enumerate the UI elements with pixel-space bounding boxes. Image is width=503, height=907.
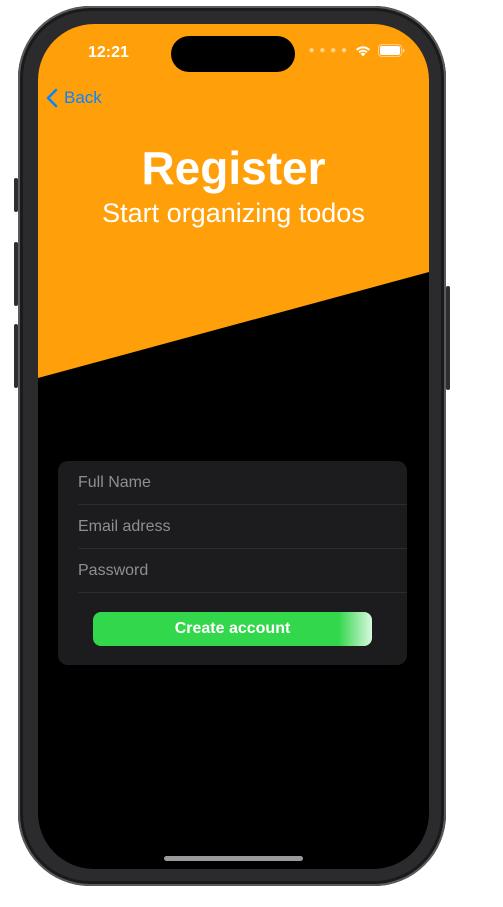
back-label: Back: [64, 88, 102, 107]
battery-icon: [378, 44, 405, 57]
dynamic-island: [171, 36, 295, 72]
status-icons: ● ● ● ●: [309, 44, 406, 57]
action-button: [14, 178, 18, 212]
back-button[interactable]: Back: [46, 88, 102, 108]
volume-up-button: [14, 242, 18, 306]
volume-down-button: [14, 324, 18, 388]
register-form: Create account: [58, 461, 407, 665]
status-time: 12:21: [88, 44, 129, 61]
password-row: [78, 549, 407, 593]
page-title: Register: [141, 142, 326, 194]
home-indicator[interactable]: [164, 856, 303, 861]
email-field[interactable]: [78, 505, 407, 548]
wifi-icon: [356, 46, 370, 57]
email-row: [78, 505, 407, 549]
cellular-dots-icon: ● ● ● ●: [308, 45, 348, 56]
power-button: [446, 286, 450, 390]
create-account-button[interactable]: Create account: [93, 612, 372, 646]
password-field[interactable]: [78, 549, 407, 592]
app-screen: 12:21 ● ● ● ● Back Register Start organi…: [38, 24, 429, 869]
full-name-row: [78, 461, 407, 505]
page-subtitle: Start organizing todos: [102, 198, 365, 228]
full-name-field[interactable]: [78, 461, 407, 504]
chevron-left-icon: [46, 88, 58, 108]
